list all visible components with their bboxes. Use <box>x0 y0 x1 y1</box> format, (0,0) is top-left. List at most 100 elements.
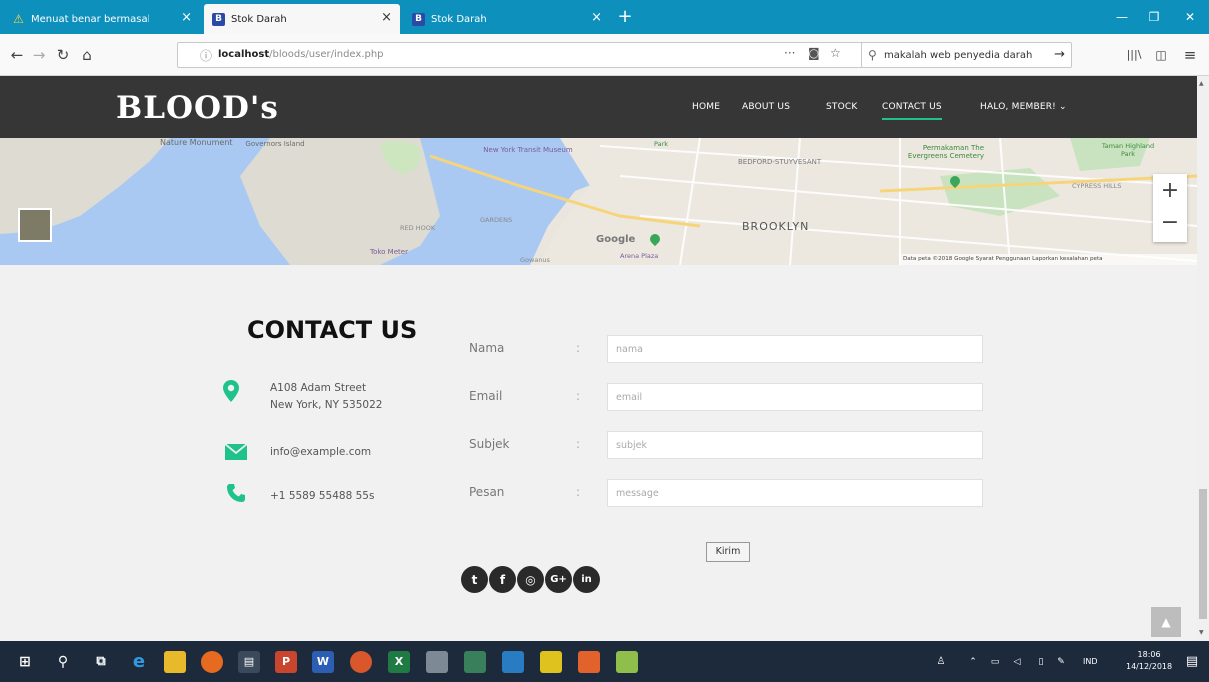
colon: : <box>576 485 581 499</box>
zoom-control: + − <box>1153 174 1187 242</box>
new-tab-button[interactable]: + <box>614 4 636 32</box>
pocket-icon[interactable]: ◙ <box>808 46 820 60</box>
facebook-icon[interactable]: f <box>489 566 516 593</box>
envelope-icon <box>225 444 247 460</box>
battery-icon[interactable]: ▯ <box>1030 651 1052 673</box>
library-icon[interactable]: |||\ <box>1123 44 1145 66</box>
menu-home[interactable]: HOME <box>692 102 720 112</box>
task-view-icon[interactable]: ⧉ <box>90 651 112 673</box>
email-input[interactable]: email <box>607 383 983 411</box>
tray-chevron-icon[interactable]: ⌃ <box>962 651 984 673</box>
navigation-toolbar: ← → ↻ ⌂ ⓘ localhost/bloods/user/index.ph… <box>0 34 1209 76</box>
reload-icon[interactable]: ↻ <box>52 44 74 66</box>
home-icon[interactable]: ⌂ <box>76 44 98 66</box>
windows-start-icon[interactable]: ⊞ <box>14 651 36 673</box>
map-label: CYPRESS HILLS <box>1072 182 1122 190</box>
phone-icon <box>227 484 245 502</box>
app-icon[interactable] <box>578 651 600 673</box>
app-icon[interactable] <box>540 651 562 673</box>
notifications-icon[interactable]: ▤ <box>1181 651 1203 673</box>
pen-icon[interactable]: ✎ <box>1050 651 1072 673</box>
close-window-button[interactable]: ✕ <box>1175 6 1205 28</box>
colon: : <box>576 437 581 451</box>
satellite-toggle[interactable] <box>18 208 52 242</box>
instagram-icon[interactable]: ◎ <box>517 566 544 593</box>
close-tab-icon[interactable]: × <box>591 10 602 25</box>
app-icon[interactable] <box>502 651 524 673</box>
people-icon[interactable]: ♙ <box>930 651 952 673</box>
page-actions-icon[interactable]: ··· <box>784 46 795 60</box>
powerpoint-icon[interactable]: P <box>275 651 297 673</box>
warning-icon: ⚠ <box>13 12 24 26</box>
scroll-up-icon[interactable]: ▲ <box>1199 80 1204 87</box>
message-label: Pesan <box>469 485 505 499</box>
name-input[interactable]: nama <box>607 335 983 363</box>
map-label: Permakaman The Evergreens Cemetery <box>907 144 984 160</box>
google-plus-icon[interactable]: G+ <box>545 566 572 593</box>
url-bar[interactable]: ⓘ localhost/bloods/user/index.php ··· ◙ … <box>177 42 870 68</box>
network-icon[interactable]: ▭ <box>984 651 1006 673</box>
firefox-icon[interactable] <box>201 651 223 673</box>
close-tab-icon[interactable]: × <box>381 10 392 25</box>
word-icon[interactable]: W <box>312 651 334 673</box>
sidebar-icon[interactable]: ◫ <box>1150 44 1172 66</box>
back-to-top-button[interactable]: ▲ <box>1151 607 1181 637</box>
scrollbar-thumb[interactable] <box>1199 489 1207 619</box>
page-scrollbar[interactable]: ▲ ▼ <box>1197 76 1209 641</box>
scroll-down-icon[interactable]: ▼ <box>1199 629 1204 636</box>
excel-icon[interactable]: X <box>388 651 410 673</box>
close-tab-icon[interactable]: × <box>181 10 192 25</box>
language-indicator[interactable]: IND <box>1083 657 1098 666</box>
search-go-icon[interactable]: → <box>1054 47 1065 62</box>
twitter-icon[interactable]: t <box>461 566 488 593</box>
search-icon[interactable]: ⚲ <box>52 651 74 673</box>
name-label: Nama <box>469 341 505 355</box>
map-label: RED HOOK <box>400 224 436 232</box>
forward-icon[interactable]: → <box>28 44 50 66</box>
zoom-in-button[interactable]: + <box>1153 174 1187 208</box>
contact-email: info@example.com <box>270 446 372 458</box>
site-logo[interactable]: BLOOD's <box>116 90 279 126</box>
google-logo: Google <box>596 234 636 245</box>
menu-stock[interactable]: STOCK <box>826 102 857 112</box>
zoom-out-button[interactable]: − <box>1153 208 1187 242</box>
search-query: makalah web penyedia darah <box>884 50 1033 61</box>
contact-title: CONTACT US <box>247 316 418 344</box>
search-bar[interactable]: ⚲ makalah web penyedia darah → <box>861 42 1072 68</box>
map-attribution[interactable]: Data peta ©2018 Google Syarat Penggunaan… <box>899 254 1197 265</box>
app-icon[interactable] <box>464 651 486 673</box>
back-icon[interactable]: ← <box>6 44 28 66</box>
app-icon[interactable] <box>426 651 448 673</box>
system-clock[interactable]: 18:06 14/12/2018 <box>1126 649 1172 673</box>
search-icon: ⚲ <box>868 48 877 62</box>
edge-icon[interactable]: e <box>128 651 150 673</box>
map-label: Taman Highland Park <box>1101 142 1155 158</box>
colon: : <box>576 389 581 403</box>
menu-about-us[interactable]: ABOUT US <box>742 102 790 112</box>
volume-icon[interactable]: ◁ <box>1006 651 1028 673</box>
map-label: Governors Island <box>245 140 305 148</box>
tab-1[interactable]: ⚠ Menuat benar bermasalah × <box>4 4 200 34</box>
file-explorer-icon[interactable] <box>164 651 186 673</box>
minimize-button[interactable]: — <box>1107 6 1137 28</box>
map-label: Gowanus <box>520 256 550 264</box>
tab-2[interactable]: B Stok Darah × <box>204 4 400 34</box>
menu-contact-us[interactable]: CONTACT US <box>882 102 942 120</box>
subject-input[interactable]: subjek <box>607 431 983 459</box>
url-host: localhost <box>218 49 270 60</box>
map-label: Toko Meter <box>370 248 408 256</box>
menu-icon[interactable]: ≡ <box>1179 44 1201 66</box>
message-input[interactable]: message <box>607 479 983 507</box>
bookmark-star-icon[interactable]: ☆ <box>830 46 841 60</box>
store-icon[interactable]: ▤ <box>238 651 260 673</box>
menu-member-dropdown[interactable]: HALO, MEMBER! ⌄ <box>980 102 1067 112</box>
map-label: GARDENS <box>480 216 513 224</box>
linkedin-icon[interactable]: in <box>573 566 600 593</box>
app-icon[interactable] <box>350 651 372 673</box>
site-header: BLOOD's HOME ABOUT US STOCK CONTACT US H… <box>0 76 1197 138</box>
tab-3[interactable]: B Stok Darah × <box>404 4 610 34</box>
colon: : <box>576 341 581 355</box>
maximize-button[interactable]: ❐ <box>1139 6 1169 28</box>
notepad-icon[interactable] <box>616 651 638 673</box>
submit-button[interactable]: Kirim <box>706 542 750 562</box>
